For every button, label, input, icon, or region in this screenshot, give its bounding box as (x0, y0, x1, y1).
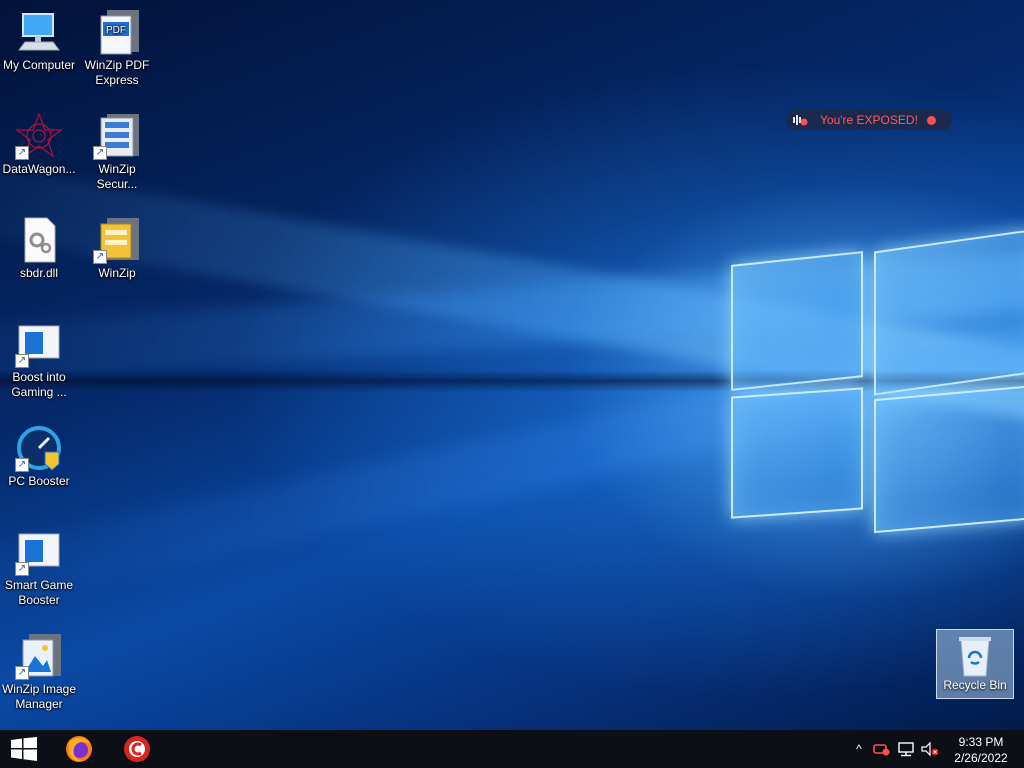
desktop-icon-datawagon[interactable]: ↗ DataWagon... (0, 112, 78, 177)
light-beam (0, 150, 1024, 437)
desktop-icon-my-computer[interactable]: My Computer (0, 8, 78, 73)
desktop-icon-sbdr-dll[interactable]: sbdr.dll (0, 216, 78, 281)
shortcut-arrow-icon: ↗ (15, 146, 29, 160)
clock-date: 2/26/2022 (954, 751, 1008, 765)
shortcut-arrow-icon: ↗ (93, 250, 107, 264)
taskbar-firefox-button[interactable] (56, 730, 102, 768)
pc-booster-icon: ↗ (15, 424, 63, 472)
datawagon-icon: ↗ (15, 112, 63, 160)
tray-clock[interactable]: 9:33 PM 2/26/2022 (948, 734, 1014, 766)
winzip-icon: ↗ (93, 216, 141, 264)
shortcut-arrow-icon: ↗ (15, 354, 29, 368)
boost-gaming-icon: ↗ (15, 320, 63, 368)
exposed-text: You're EXPOSED! (820, 113, 918, 127)
windows-logo-pane (731, 251, 863, 391)
ccleaner-icon (124, 736, 150, 762)
windows-logo-pane (874, 384, 1024, 534)
vpn-shield-icon (792, 113, 808, 127)
winzip-secure-icon: ↗ (93, 112, 141, 160)
desktop-icon-winzip-image-manager[interactable]: ↗ WinZip Image Manager (0, 632, 78, 712)
volume-muted-icon (921, 741, 939, 757)
chevron-up-icon: ^ (856, 742, 862, 756)
windows-start-icon (11, 737, 37, 761)
taskbar-ccleaner-button[interactable] (114, 730, 160, 768)
shortcut-arrow-icon: ↗ (15, 666, 29, 680)
tray-volume-button[interactable] (920, 730, 940, 768)
taskbar: ^ 9:33 PM 2/26/2022 (0, 730, 1024, 768)
icon-label: WinZip PDF Express (84, 58, 150, 87)
desktop-icon-recycle-bin[interactable]: Recycle Bin (936, 629, 1014, 699)
show-hidden-icons-button[interactable]: ^ (850, 730, 868, 768)
tray-vpn-button[interactable] (872, 730, 892, 768)
desktop-icon-boost-into-gaming[interactable]: ↗ Boost into Gaming ... (0, 320, 78, 400)
icon-label: WinZip Image Manager (1, 682, 77, 711)
icon-label: Smart Game Booster (4, 578, 73, 607)
icon-label: DataWagon... (2, 162, 76, 176)
icon-label: Recycle Bin (943, 678, 1007, 692)
icon-label: sbdr.dll (19, 266, 59, 280)
shortcut-arrow-icon: ↗ (93, 146, 107, 160)
windows-logo-pane (874, 228, 1024, 396)
vpn-exposed-badge[interactable]: You're EXPOSED! (786, 110, 952, 130)
recycle-bin-icon (955, 634, 995, 678)
firefox-icon (66, 736, 92, 762)
icon-label: PC Booster (8, 474, 70, 488)
light-beam (0, 300, 1024, 620)
svg-text:PDF: PDF (106, 25, 126, 36)
start-button[interactable] (0, 730, 48, 768)
network-icon (898, 742, 914, 757)
status-dot-icon (927, 115, 936, 125)
desktop-icon-smart-game-booster[interactable]: ↗ Smart Game Booster (0, 528, 78, 608)
desktop-icon-winzip-pdf-express[interactable]: PDF WinZip PDF Express (78, 8, 156, 88)
tray-network-button[interactable] (896, 730, 916, 768)
winzip-image-manager-icon: ↗ (15, 632, 63, 680)
light-band (0, 370, 1024, 392)
icon-label: WinZip (98, 266, 136, 280)
desktop-icon-winzip-secure[interactable]: ↗ WinZip Secur... (78, 112, 156, 192)
icon-label: Boost into Gaming ... (11, 370, 67, 399)
clock-time: 9:33 PM (958, 735, 1004, 749)
windows-logo-pane (731, 387, 863, 519)
desktop-icon-winzip[interactable]: ↗ WinZip (78, 216, 156, 281)
dll-file-icon (15, 216, 63, 264)
vpn-tray-icon (873, 744, 890, 756)
icon-label: WinZip Secur... (96, 162, 138, 191)
shortcut-arrow-icon: ↗ (15, 562, 29, 576)
shortcut-arrow-icon: ↗ (15, 458, 29, 472)
desktop: My Computer PDF WinZip PDF Express ↗ Dat… (0, 0, 1024, 730)
desktop-icon-pc-booster[interactable]: ↗ PC Booster (0, 424, 78, 489)
icon-label: My Computer (2, 58, 76, 72)
smart-game-booster-icon: ↗ (15, 528, 63, 576)
pdf-icon: PDF (93, 8, 141, 56)
computer-icon (15, 8, 63, 56)
